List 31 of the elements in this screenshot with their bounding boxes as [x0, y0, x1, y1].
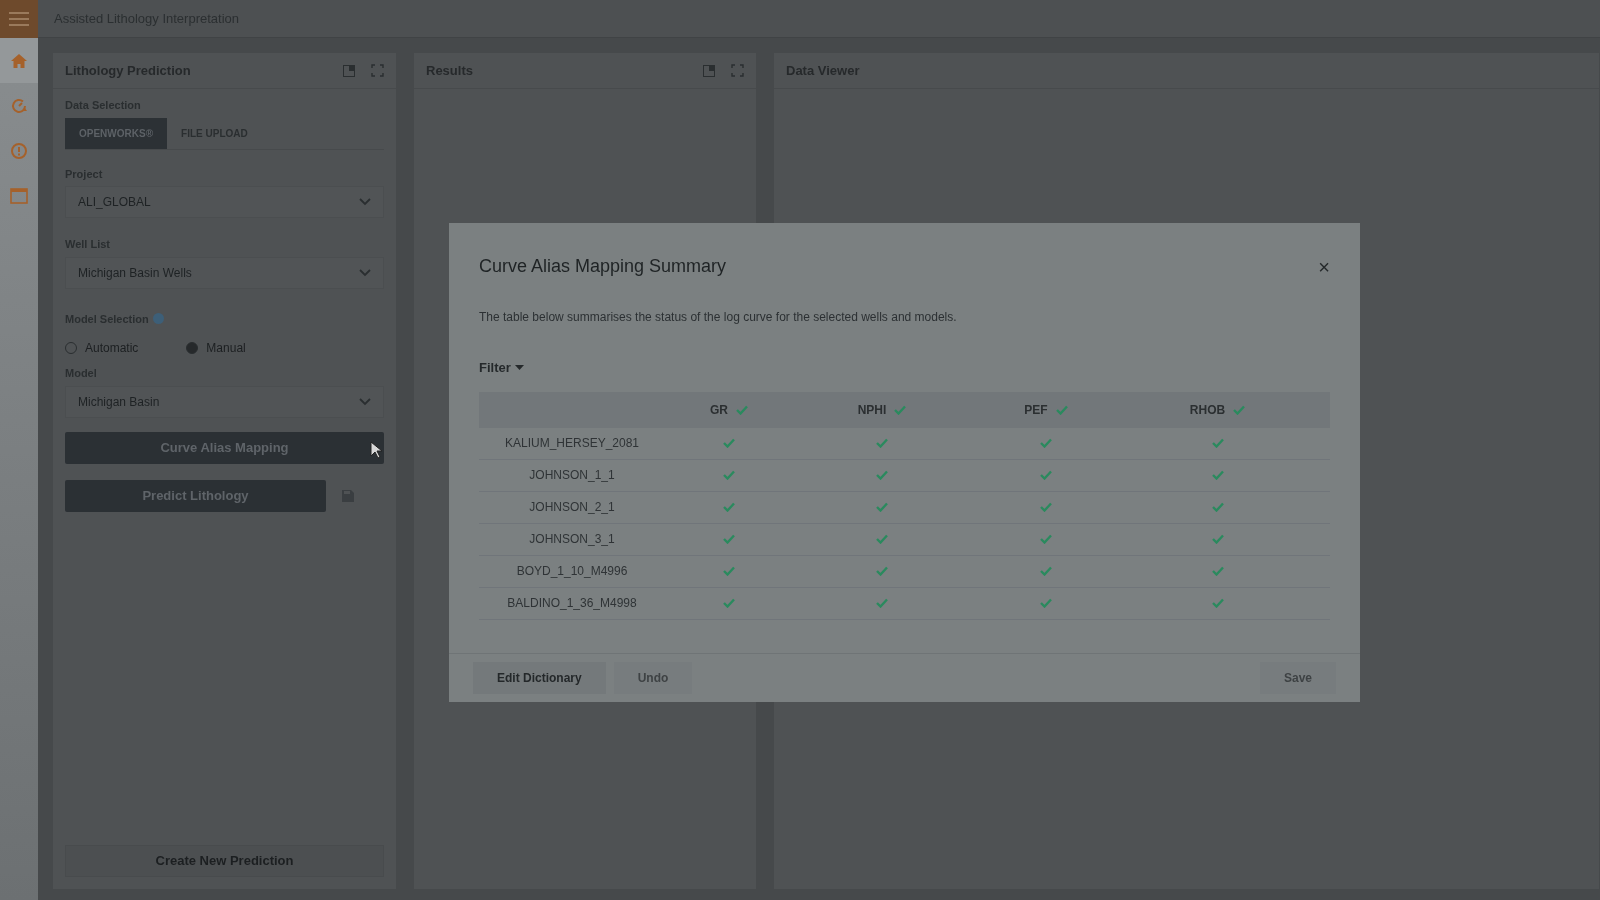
popout-icon[interactable] [343, 64, 355, 77]
column-header: GR [710, 401, 728, 419]
info-icon [10, 141, 28, 160]
chevron-down-icon [359, 198, 371, 206]
column-header: NPHI [857, 401, 887, 419]
home-icon [10, 52, 28, 69]
table-cell: JOHNSON_1_1 [529, 468, 615, 482]
column-header: PEF [1024, 401, 1048, 419]
radio-button[interactable] [186, 342, 199, 354]
gauge-icon [10, 96, 28, 115]
chevron-down-icon [359, 397, 371, 406]
table-cell: BOYD_1_10_M4996 [516, 564, 628, 578]
chevron-down-icon [359, 268, 371, 277]
close-button[interactable]: × [1318, 256, 1330, 277]
fullscreen-icon[interactable] [731, 64, 744, 77]
popout-icon[interactable] [703, 64, 715, 77]
sidebar-item[interactable] [0, 38, 38, 83]
description-text: The table below summarises the status of the log curve for the selected wells and models. [479, 309, 958, 326]
edit-dictionary-button[interactable]: Edit Dictionary [473, 662, 606, 694]
mouse-cursor-icon [370, 441, 382, 459]
table-cell: KALIUM_HERSEY_2081 [504, 436, 640, 450]
table-cell: JOHNSON_2_1 [529, 500, 615, 514]
dialog-title: Curve Alias Mapping Summary [479, 255, 727, 278]
table-cell: BALDINO_1_36_M4998 [507, 596, 637, 610]
caret-down-icon [514, 365, 524, 371]
fullscreen-icon[interactable] [371, 64, 384, 77]
filter-dropdown[interactable]: Filter [479, 358, 524, 378]
column-header: RHOB [1189, 401, 1226, 419]
window-icon [10, 186, 28, 205]
menu-icon[interactable] [9, 12, 29, 26]
table-cell: JOHNSON_3_1 [529, 532, 615, 546]
